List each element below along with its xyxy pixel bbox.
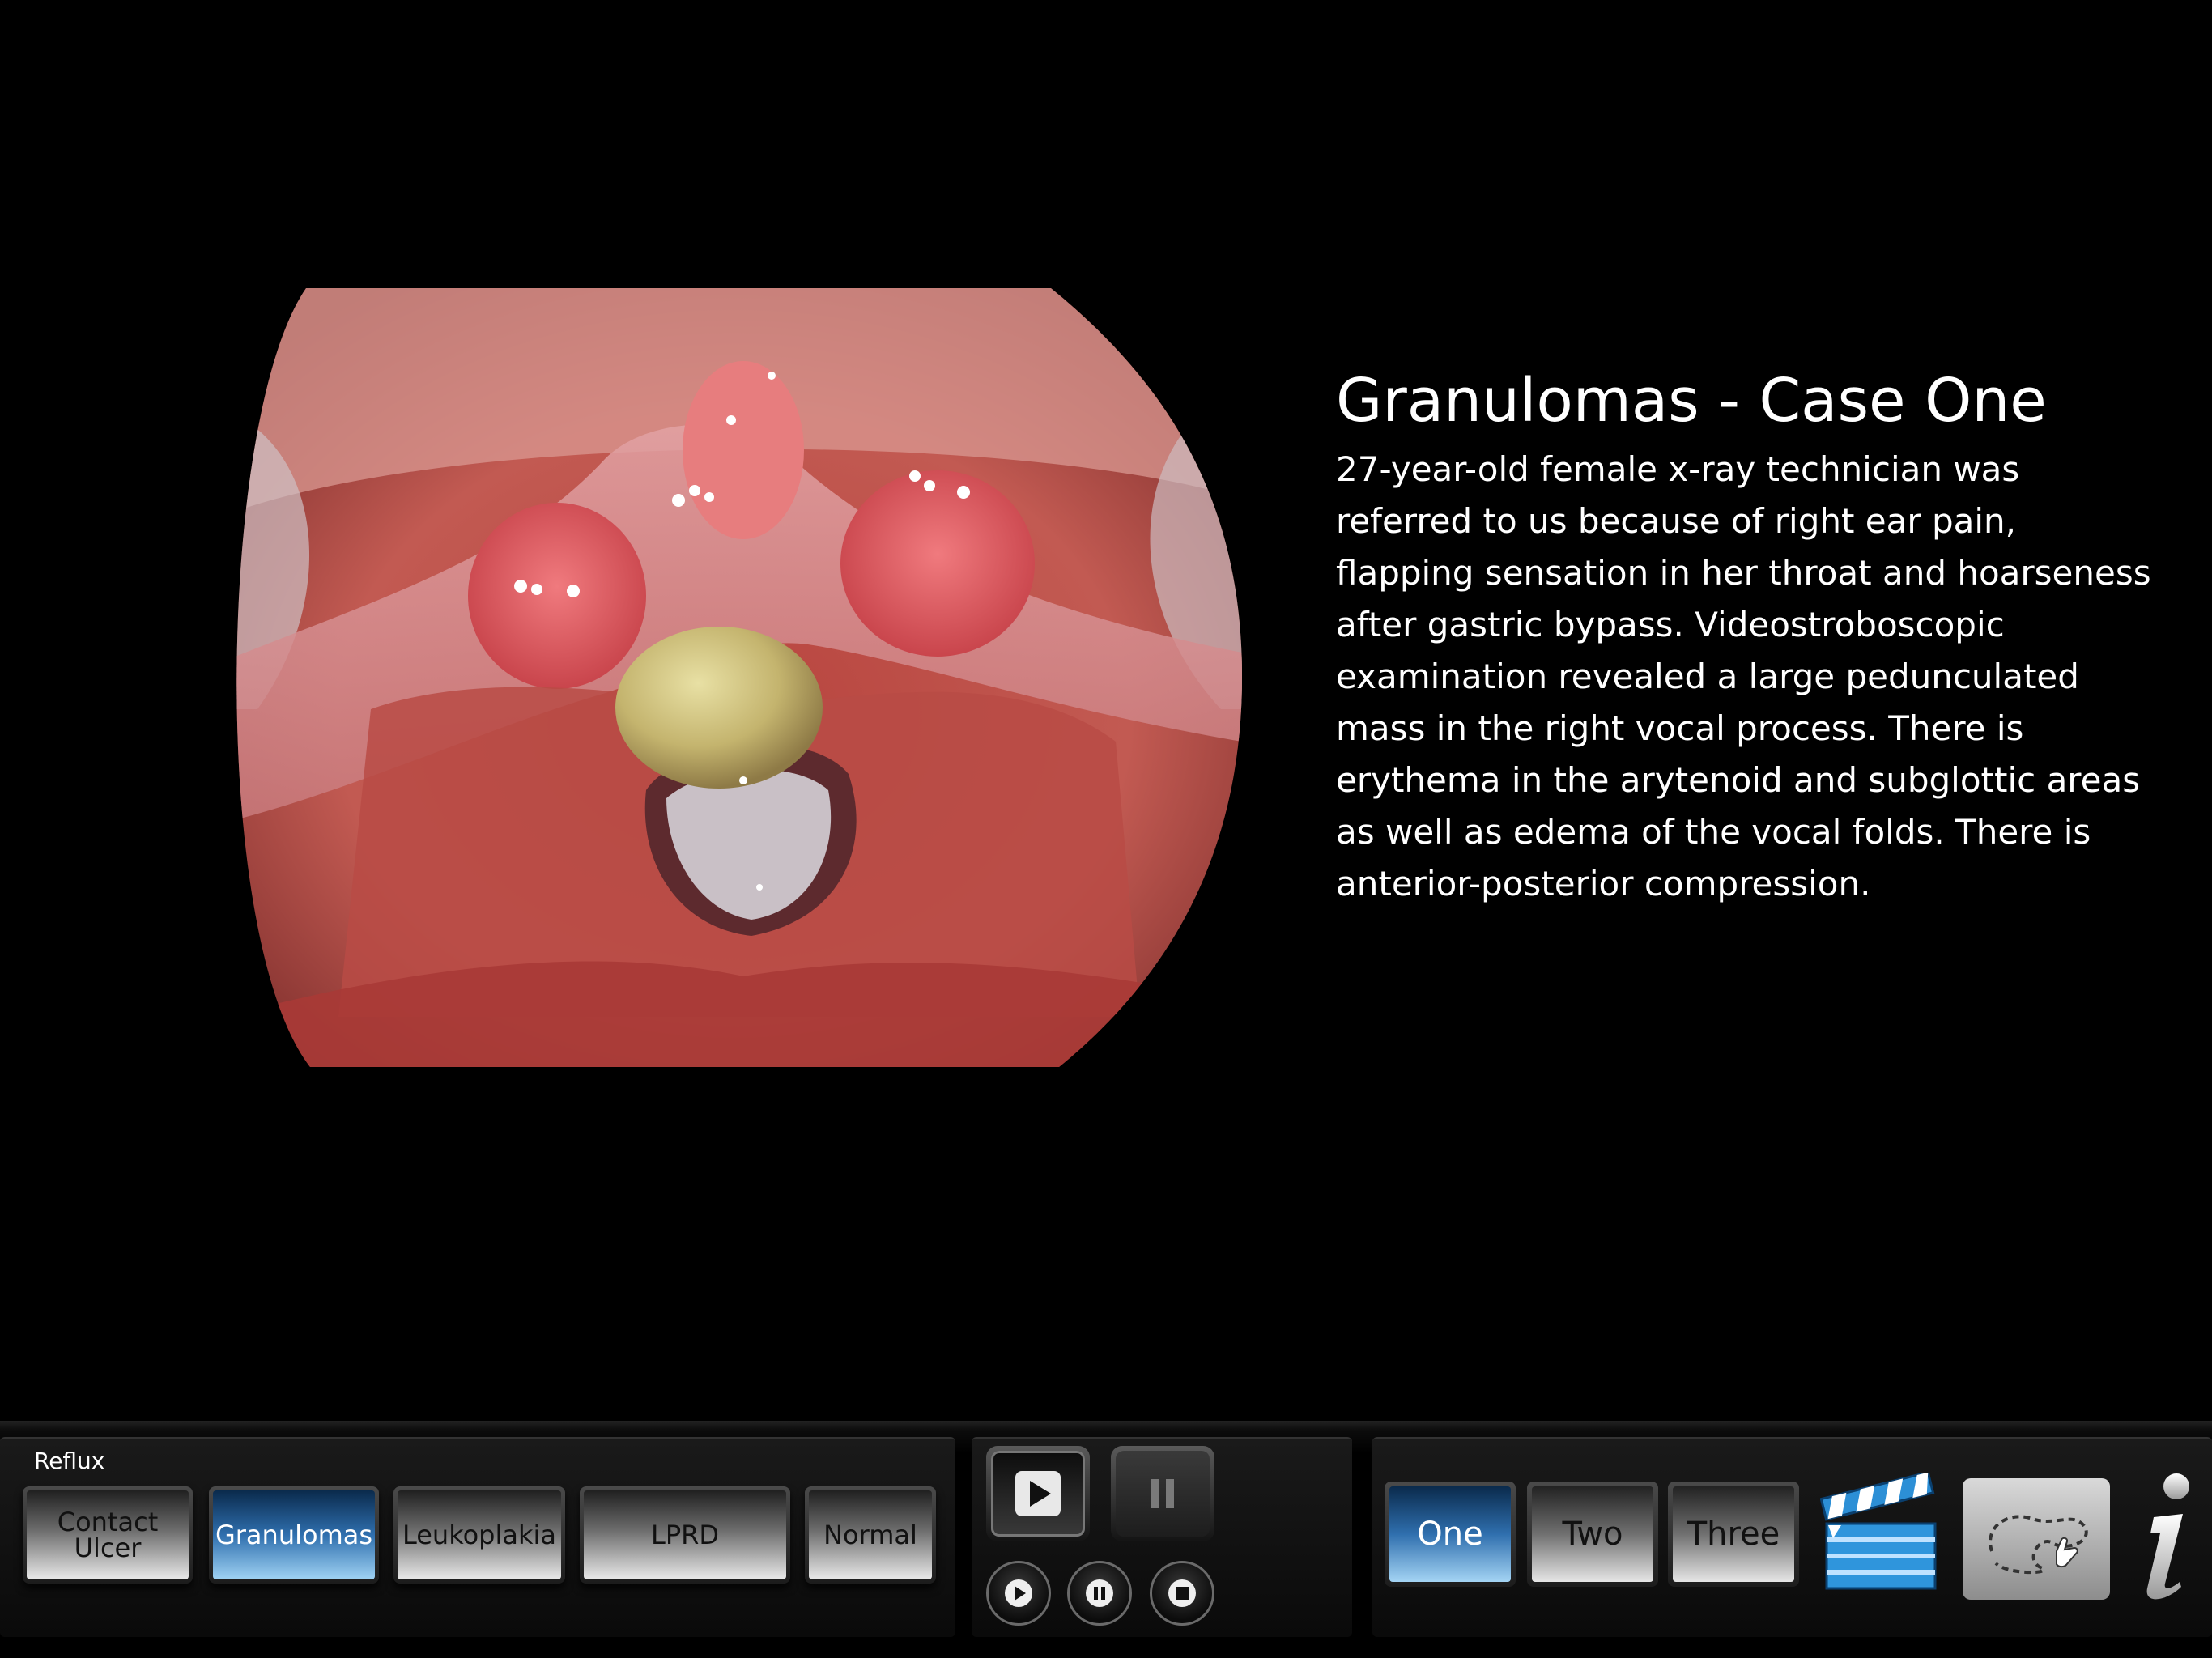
- button-label: Leukoplakia: [398, 1490, 561, 1579]
- button-label: Granulomas: [213, 1490, 375, 1579]
- play-small-icon: [1005, 1579, 1032, 1607]
- contact-ulcer-button[interactable]: Contact Ulcer: [23, 1486, 193, 1584]
- info-button[interactable]: [2129, 1470, 2202, 1608]
- pause-button[interactable]: [1111, 1446, 1214, 1541]
- play-button[interactable]: [986, 1446, 1090, 1541]
- lprd-button[interactable]: LPRD: [580, 1486, 790, 1584]
- case-two-button[interactable]: Two: [1527, 1482, 1658, 1587]
- case-one-button[interactable]: One: [1385, 1482, 1516, 1587]
- button-label: Two: [1532, 1486, 1653, 1582]
- pause-small-icon: [1086, 1579, 1113, 1607]
- stop-icon: [1168, 1579, 1196, 1607]
- trace-path-icon: [1989, 1515, 2088, 1575]
- clapperboard-icon: [1819, 1470, 1937, 1590]
- pause-small-button[interactable]: [1067, 1561, 1132, 1626]
- button-label: LPRD: [584, 1490, 786, 1579]
- normal-button[interactable]: Normal: [805, 1486, 936, 1584]
- button-label: Normal: [809, 1490, 932, 1579]
- button-label-line1: Contact: [57, 1507, 159, 1537]
- button-label-line2: Ulcer: [74, 1533, 142, 1563]
- leukoplakia-button[interactable]: Leukoplakia: [393, 1486, 565, 1584]
- button-label: Three: [1673, 1486, 1794, 1582]
- case-description: 27-year-old female x-ray technician was …: [1336, 449, 2151, 903]
- category-label: Reflux: [34, 1448, 105, 1474]
- info-icon: [2146, 1473, 2189, 1600]
- play-icon: [1015, 1471, 1061, 1516]
- laryngoscopy-image: [236, 288, 1242, 1067]
- trace-path-button[interactable]: [1963, 1478, 2110, 1600]
- pause-icon: [1151, 1479, 1174, 1508]
- stop-button[interactable]: [1150, 1561, 1214, 1626]
- case-title: Granulomas - Case One: [1336, 366, 2047, 436]
- granulomas-button[interactable]: Granulomas: [209, 1486, 379, 1584]
- play-small-button[interactable]: [986, 1561, 1051, 1626]
- button-label: One: [1389, 1486, 1511, 1582]
- video-clapper-button[interactable]: [1819, 1470, 1942, 1595]
- case-three-button[interactable]: Three: [1668, 1482, 1799, 1587]
